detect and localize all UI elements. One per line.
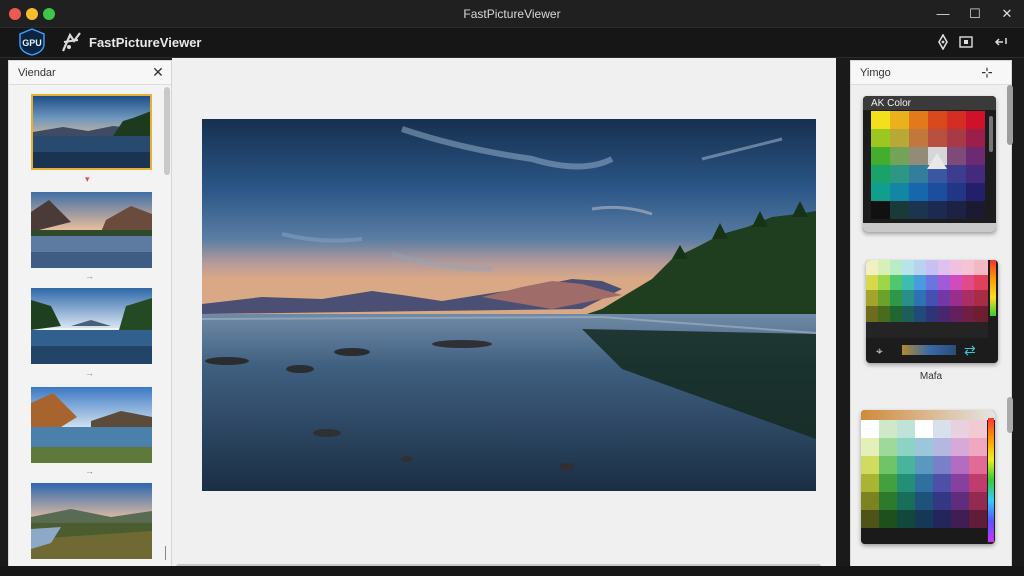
app-toolbar: GPU FastPictureViewer	[0, 28, 1024, 58]
thumbnail-item[interactable]	[31, 387, 152, 463]
frame-icon[interactable]	[958, 34, 974, 50]
app-logo-icon	[60, 31, 84, 53]
thumbnail-panel-title: Viendar	[18, 67, 56, 79]
app-window: FastPictureViewer — ☐ ✕ GPU FastPictureV…	[0, 0, 1024, 576]
thumbnail-panel: Viendar ✕ ▾ → → →	[8, 60, 172, 572]
ak-color-card[interactable]: AK Color	[863, 96, 996, 232]
thumbnail-item[interactable]	[31, 288, 152, 364]
minimize-icon[interactable]: —	[934, 5, 952, 23]
swap-colors-icon[interactable]: ⇄	[964, 342, 976, 359]
gradient-card-header	[861, 410, 995, 420]
selection-marker-icon: ▾	[85, 174, 90, 184]
thumbnail-separator-icon: →	[85, 466, 94, 476]
hue-slider[interactable]	[990, 260, 996, 316]
gradient-card[interactable]	[861, 410, 995, 544]
color-panel-scrollbar-lower[interactable]	[1007, 397, 1013, 433]
thumbnail-scrollbar[interactable]	[164, 87, 170, 175]
ak-color-grid[interactable]	[871, 111, 987, 221]
ak-card-scrollbar[interactable]	[989, 116, 993, 152]
eyedropper-icon[interactable]: ⌖	[876, 344, 883, 359]
close-icon[interactable]: ✕	[998, 5, 1016, 23]
thumbnail-separator-icon: →	[85, 368, 94, 378]
thumbnail-panel-header: Viendar ✕	[9, 61, 171, 85]
palette-label: Mafa	[919, 371, 943, 382]
thumbnail-item[interactable]	[31, 192, 152, 268]
palette-grid[interactable]	[866, 260, 988, 338]
app-name: FastPictureViewer	[89, 35, 202, 50]
gpu-icon[interactable]: GPU	[17, 28, 47, 56]
gradient-hue-slider[interactable]	[988, 418, 994, 542]
title-bar: FastPictureViewer — ☐ ✕	[0, 0, 1024, 28]
color-ramp	[902, 345, 956, 355]
ak-card-footer	[863, 223, 996, 232]
gpu-label: GPU	[22, 38, 42, 48]
main-photo[interactable]	[201, 119, 817, 491]
thumbnail-separator-icon: →	[85, 271, 94, 281]
palette-card[interactable]: ⌖ ⇄	[866, 260, 998, 363]
undo-icon[interactable]	[993, 34, 1009, 50]
thumbnail-item[interactable]	[31, 483, 152, 559]
color-panel-title: Yimgo	[860, 67, 891, 79]
window-title: FastPictureViewer	[463, 7, 561, 21]
pin-icon[interactable]: ⊹	[979, 64, 995, 80]
color-panel-scrollbar[interactable]	[1007, 85, 1013, 145]
status-strip	[0, 566, 1024, 576]
ak-color-card-title: AK Color	[871, 98, 912, 109]
gradient-grid[interactable]	[861, 420, 987, 544]
image-viewer[interactable]	[172, 58, 836, 572]
pen-icon[interactable]	[935, 33, 951, 51]
thumbnail-scroll-end	[165, 546, 166, 560]
color-panel-header: Yimgo ⊹	[851, 61, 1011, 85]
thumbnail-item[interactable]	[31, 94, 152, 170]
maximize-icon[interactable]: ☐	[966, 5, 984, 23]
close-icon[interactable]: ✕	[150, 64, 166, 80]
